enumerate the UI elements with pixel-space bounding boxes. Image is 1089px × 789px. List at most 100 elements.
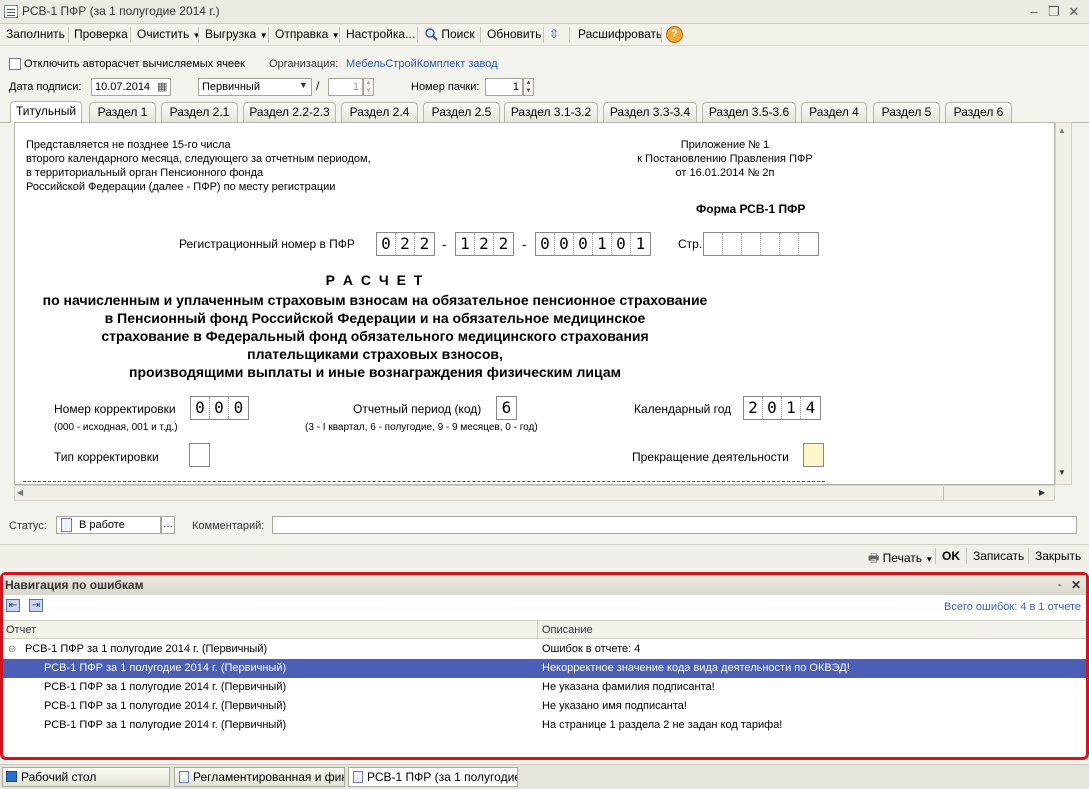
expand-collapse-icon[interactable]: ⇳ [549, 27, 559, 41]
minimize-icon[interactable]: ‒ [1026, 4, 1042, 19]
clear-button[interactable]: Очистить ▼ [137, 27, 201, 41]
next-error-icon[interactable]: ⇥ [29, 599, 43, 612]
prev-error-icon[interactable]: ⇤ [6, 599, 20, 612]
column-report[interactable]: Отчет [6, 624, 36, 636]
cut-line [23, 481, 825, 482]
corr-number-cells[interactable]: 0 0 0 [190, 396, 249, 420]
scroll-up-icon[interactable]: ▲ [1058, 126, 1066, 135]
tab-section-2-1[interactable]: Раздел 2.1 [161, 102, 238, 122]
year-cells[interactable]: 2 0 1 4 [743, 396, 821, 420]
chevron-down-icon[interactable]: ▼ [299, 80, 308, 90]
subheading-line: по начисленным и уплаченным страховым вз… [42, 292, 708, 308]
close-button[interactable]: Закрыть [1035, 549, 1081, 563]
error-row[interactable]: РСВ-1 ПФР за 1 полугодие 2014 г. (Первич… [3, 678, 1086, 697]
pack-number-field[interactable]: 1 [485, 78, 523, 96]
tab-section-1[interactable]: Раздел 1 [89, 102, 156, 122]
period-code-cell[interactable]: 6 [496, 396, 517, 420]
toolbar-separator [1028, 548, 1029, 564]
export-button[interactable]: Выгрузка ▼ [205, 27, 268, 41]
error-report: РСВ-1 ПФР за 1 полугодие 2014 г. (Первич… [44, 719, 287, 731]
doc-kind-select[interactable]: Первичный [198, 78, 312, 96]
tab-section-3-3[interactable]: Раздел 3.3-3.4 [603, 102, 697, 122]
page-label: Стр. [678, 237, 703, 251]
subheading-line: производящими выплаты и иные вознагражде… [129, 364, 621, 380]
error-description: На странице 1 раздела 2 не задан код тар… [542, 719, 783, 731]
corr-number-stepper[interactable]: ▲ ▼ [363, 78, 374, 96]
vertical-scrollbar[interactable]: ▲ ▼ [1055, 122, 1072, 485]
print-button[interactable]: 🖶 Печать ▼ [868, 549, 933, 570]
horizontal-scrollbar[interactable]: ◀ ▶ [14, 485, 1055, 501]
taskbar-rsv1[interactable]: РСВ-1 ПФР (за 1 полугодие... [348, 767, 518, 787]
tab-section-6[interactable]: Раздел 6 [945, 102, 1012, 122]
error-group-row[interactable]: ⊖ РСВ-1 ПФР за 1 полугодие 2014 г. (Перв… [3, 640, 1086, 659]
comment-label: Комментарий: [192, 520, 265, 532]
scroll-left-icon[interactable]: ◀ [17, 488, 23, 497]
tab-section-5[interactable]: Раздел 5 [873, 102, 940, 122]
pin-icon[interactable]: ▪ [1058, 575, 1061, 595]
toolbar-separator [198, 27, 199, 43]
settings-button[interactable]: Настройка... [346, 27, 415, 41]
calendar-icon[interactable]: ▦ [157, 80, 167, 93]
pack-number-stepper[interactable]: ▲ ▼ [523, 78, 534, 96]
corr-type-label: Тип корректировки [54, 450, 159, 464]
submission-note-line: Представляется не позднее 15-го числа [26, 139, 231, 151]
decode-button[interactable]: Расшифровать [578, 27, 662, 41]
ok-button[interactable]: OK [942, 549, 960, 563]
collapse-icon[interactable]: ⊖ [8, 640, 16, 659]
reg-number-part1[interactable]: 0 2 2 [376, 232, 435, 256]
search-label: Поиск [441, 27, 475, 41]
comment-field[interactable] [272, 516, 1077, 534]
error-row[interactable]: РСВ-1 ПФР за 1 полугодие 2014 г. (Первич… [3, 716, 1086, 735]
search-icon [425, 28, 438, 41]
pack-number-value: 1 [512, 81, 519, 93]
autocalc-checkbox[interactable] [9, 58, 21, 70]
check-button[interactable]: Проверка [74, 27, 128, 41]
corr-type-cell[interactable] [189, 443, 210, 467]
tab-section-2-4[interactable]: Раздел 2.4 [341, 102, 418, 122]
tab-section-2-2[interactable]: Раздел 2.2-2.3 [243, 102, 336, 122]
document-icon [353, 771, 363, 783]
window-title-bar: РСВ-1 ПФР (за 1 полугодие 2014 г.) ‒ ❐ ✕ [0, 0, 1089, 24]
tab-section-2-5[interactable]: Раздел 2.5 [423, 102, 500, 122]
error-row[interactable]: РСВ-1 ПФР за 1 полугодие 2014 г. (Первич… [3, 659, 1086, 678]
digit-cell: 4 [805, 398, 816, 417]
reg-number-part3[interactable]: 0 0 0 1 0 1 [535, 232, 651, 256]
search-button[interactable]: Поиск [424, 27, 475, 41]
scroll-down-icon[interactable]: ▼ [1058, 468, 1066, 477]
error-description: Не указана фамилия подписанта! [542, 681, 715, 693]
send-button[interactable]: Отправка ▼ [275, 27, 340, 41]
desktop-icon [6, 771, 17, 782]
toolbar-separator [543, 27, 544, 43]
document-icon [179, 771, 189, 783]
tab-section-3-1[interactable]: Раздел 3.1-3.2 [504, 102, 598, 122]
status-value: В работе [79, 519, 125, 531]
tab-section-3-5[interactable]: Раздел 3.5-3.6 [702, 102, 796, 122]
page-number-cells[interactable] [703, 232, 819, 256]
refresh-button[interactable]: Обновить [487, 27, 541, 41]
scroll-right-icon[interactable]: ▶ [1039, 488, 1045, 497]
corr-number-field[interactable]: 1 [328, 78, 363, 96]
reg-number-part2[interactable]: 1 2 2 [455, 232, 514, 256]
fill-button[interactable]: Заполнить [6, 27, 65, 41]
panel-close-icon[interactable]: ✕ [1071, 575, 1081, 595]
save-button[interactable]: Записать [973, 549, 1024, 563]
taskbar-reports[interactable]: Регламентированная и фин... [174, 767, 345, 787]
tab-title-page[interactable]: Титульный [10, 101, 82, 123]
document-icon [4, 5, 18, 18]
org-link[interactable]: МебельСтройКомплект завод [346, 58, 498, 70]
tab-section-4[interactable]: Раздел 4 [801, 102, 867, 122]
column-description[interactable]: Описание [542, 624, 593, 636]
corr-number-hint: (000 - исходная, 001 и т.д.) [54, 422, 178, 433]
dropdown-arrow-icon: ▼ [925, 555, 934, 564]
close-icon[interactable]: ✕ [1066, 4, 1082, 19]
help-icon[interactable]: ? [666, 26, 683, 43]
taskbar-desktop[interactable]: Рабочий стол [2, 767, 170, 787]
status-select-button[interactable]: … [161, 516, 175, 534]
submission-note-line: в территориальный орган Пенсионного фонд… [26, 167, 264, 179]
stop-activity-cell[interactable] [803, 443, 824, 467]
digit-cell: 1 [593, 233, 612, 255]
toolbar-separator [339, 27, 340, 43]
subheading-line: плательщиками страховых взносов, [247, 346, 503, 362]
error-row[interactable]: РСВ-1 ПФР за 1 полугодие 2014 г. (Первич… [3, 697, 1086, 716]
restore-icon[interactable]: ❐ [1046, 4, 1062, 19]
